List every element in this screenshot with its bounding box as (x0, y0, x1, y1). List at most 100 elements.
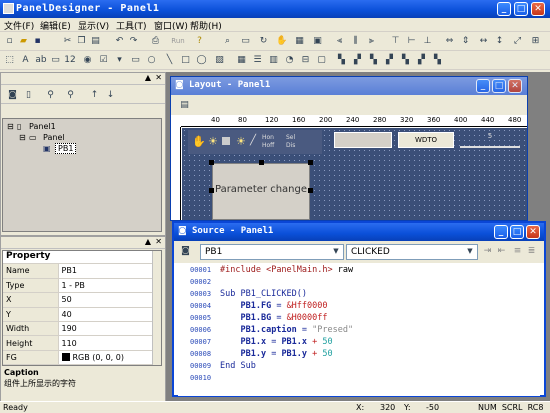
move-up-icon[interactable]: ↑ (89, 90, 100, 101)
menu-view[interactable]: 显示(V) (78, 19, 109, 32)
source-maximize-button[interactable]: □ (510, 225, 524, 239)
property-row[interactable]: Name PB1 (3, 264, 153, 279)
tree-node-panel[interactable]: Panel (43, 133, 65, 142)
center-icon[interactable]: ⊞ (530, 36, 541, 47)
frame-icon[interactable]: ▣ (312, 36, 323, 47)
design-canvas[interactable]: ✋ ☀ ☀ ╱ Hon Hoff Sel Dis WDTO 5 Paramete… (182, 128, 527, 220)
zoom-icon[interactable]: ⌕ (222, 36, 233, 47)
selection-handle[interactable] (308, 160, 313, 165)
align-left-icon[interactable]: ⫷ (334, 36, 345, 47)
paste-icon[interactable]: ▤ (90, 36, 101, 47)
property-pin-icon[interactable]: ▲ (145, 237, 151, 246)
ungroup-icon[interactable]: ▞ (416, 55, 427, 66)
menu-help[interactable]: 帮助(H) (190, 19, 222, 32)
number-icon[interactable]: 12 (64, 55, 76, 66)
hand-icon[interactable]: ✋ (276, 36, 287, 47)
selection-handle[interactable] (259, 160, 264, 165)
menu-tools[interactable]: 工具(T) (116, 19, 147, 32)
table-icon[interactable]: ▦ (236, 55, 247, 66)
order-backward-icon[interactable]: ▞ (384, 55, 395, 66)
tree-expander-root[interactable]: ⊟ (7, 122, 14, 131)
open-icon[interactable]: ▰ (18, 36, 29, 47)
layout-page-icon[interactable]: ▤ (179, 100, 190, 111)
source-close-button[interactable]: ✕ (526, 225, 540, 239)
menu-edit[interactable]: 编辑(E) (40, 19, 71, 32)
uncomment-icon[interactable]: ≣ (526, 246, 537, 257)
lock-icon[interactable]: ▚ (432, 55, 443, 66)
indent-icon[interactable]: ⇥ (482, 246, 493, 257)
rect-icon[interactable]: □ (180, 55, 191, 66)
order-forward-icon[interactable]: ▚ (368, 55, 379, 66)
move-down-icon[interactable]: ↓ (105, 90, 116, 101)
event-select[interactable]: CLICKED ▼ (346, 244, 478, 260)
new-icon[interactable]: ▫ (4, 36, 15, 47)
object-select[interactable]: PB1 ▼ (200, 244, 344, 260)
slider-widget[interactable]: 5 (460, 132, 520, 148)
select-icon[interactable]: ▭ (240, 36, 251, 47)
align-bottom-icon[interactable]: ⊥ (422, 36, 433, 47)
pen-icon[interactable]: ╱ (250, 135, 256, 146)
hand-icon[interactable]: ✋ (192, 135, 206, 148)
list-icon[interactable]: ☰ (252, 55, 263, 66)
property-row[interactable]: X 50 (3, 292, 153, 308)
square-lamp[interactable] (222, 137, 230, 145)
menu-file[interactable]: 文件(F) (4, 19, 34, 32)
bulb-on-icon[interactable]: ☀ (208, 135, 218, 148)
tree-expander-panel[interactable]: ⊟ (19, 133, 26, 142)
layout-maximize-button[interactable]: □ (492, 79, 506, 93)
group-icon[interactable]: ▚ (400, 55, 411, 66)
order-back-icon[interactable]: ▞ (352, 55, 363, 66)
hierarchy-icon[interactable]: ⚲ (45, 90, 56, 101)
gauge-icon[interactable]: ◔ (284, 55, 295, 66)
property-scrollbar[interactable] (152, 251, 161, 365)
help-icon[interactable]: ? (194, 36, 205, 47)
menu-window[interactable]: 窗口(W) (154, 19, 188, 32)
tree-node-pb1[interactable]: PB1 (55, 143, 77, 154)
code-line[interactable]: PB1.x = PB1.x + 50 (220, 337, 332, 347)
close-button[interactable]: ✕ (531, 2, 545, 16)
chevron-down-icon[interactable]: ▼ (331, 247, 341, 257)
print-icon[interactable]: ⎙ (150, 36, 161, 47)
comment-icon[interactable]: ≡ (512, 246, 523, 257)
property-value[interactable]: 110 (58, 335, 153, 351)
undo-icon[interactable]: ↶ (114, 36, 125, 47)
label-icon[interactable]: A (20, 55, 31, 66)
selection-handle[interactable] (209, 160, 214, 165)
same-height-icon[interactable]: ↕ (494, 36, 505, 47)
line-icon[interactable]: ╲ (164, 55, 175, 66)
pb1-button-widget[interactable]: Parameter change (212, 163, 310, 220)
code-line[interactable]: PB1.BG = &H0000ff (220, 313, 327, 323)
page-icon[interactable]: ▯ (23, 90, 34, 101)
property-close-icon[interactable]: ✕ (155, 237, 162, 246)
same-size-icon[interactable]: ⤢ (512, 36, 523, 47)
property-row[interactable]: Y 40 (3, 307, 153, 323)
save-icon[interactable]: ▪ (32, 36, 43, 47)
wdto-widget[interactable]: WDTO (398, 132, 454, 148)
cut-icon[interactable]: ✂ (62, 36, 73, 47)
code-line[interactable]: PB1.caption = "Presed" (220, 325, 353, 335)
selection-handle[interactable] (308, 188, 313, 193)
maximize-button[interactable]: □ (514, 2, 528, 16)
property-row[interactable]: Type 1 - PB (3, 278, 153, 294)
source-minimize-button[interactable]: _ (494, 225, 508, 239)
image-icon[interactable]: ▨ (214, 55, 225, 66)
explorer-pin-icon[interactable]: ▲ (145, 73, 151, 82)
same-width-icon[interactable]: ↔ (478, 36, 489, 47)
textbox-icon[interactable]: ▭ (50, 55, 61, 66)
text-icon[interactable]: ab (34, 55, 48, 66)
property-value[interactable]: 190 (58, 321, 153, 337)
run-button[interactable]: Run (168, 36, 188, 47)
layout-minimize-button[interactable]: _ (476, 79, 490, 93)
rotate-icon[interactable]: ↻ (258, 36, 269, 47)
pointer-icon[interactable]: ⬚ (4, 55, 15, 66)
property-value[interactable]: 50 (58, 292, 153, 308)
hierarchy2-icon[interactable]: ⚲ (65, 90, 76, 101)
selection-handle[interactable] (209, 188, 214, 193)
align-right-icon[interactable]: ⫸ (366, 36, 377, 47)
minimize-button[interactable]: _ (497, 2, 511, 16)
code-line[interactable]: #include <PanelMain.h> raw (220, 265, 353, 275)
code-editor[interactable]: 00001 #include <PanelMain.h> raw 00002 0… (178, 265, 540, 396)
order-front-icon[interactable]: ▚ (336, 55, 347, 66)
blank-button-widget[interactable] (334, 132, 392, 148)
ellipse-icon[interactable]: ◯ (196, 55, 207, 66)
